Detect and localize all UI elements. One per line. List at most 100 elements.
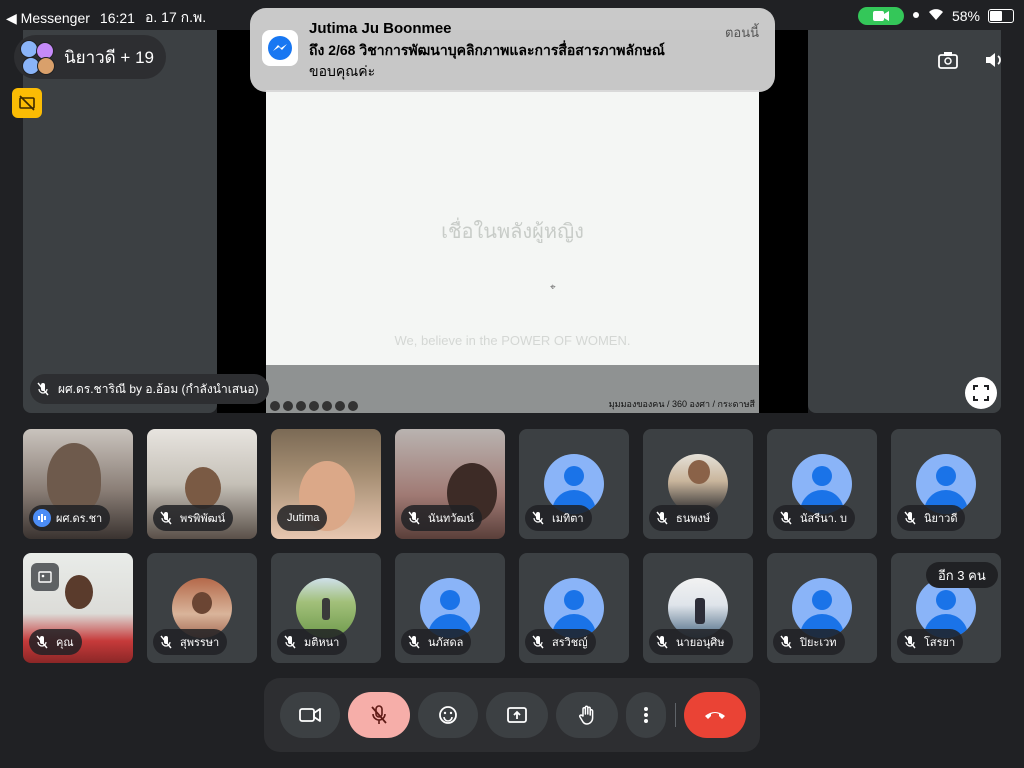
mic-toggle-button[interactable]: [348, 692, 410, 738]
participant-tile[interactable]: ผศ.ดร.ชา: [23, 429, 133, 539]
raise-hand-button[interactable]: [556, 692, 618, 738]
participant-tile[interactable]: สุพรรษา: [147, 553, 257, 663]
stage-right-panel: [808, 30, 1001, 413]
participant-tile[interactable]: ธนพงษ์: [643, 429, 753, 539]
stage-left-panel: [23, 30, 217, 413]
slide-footer-text: มุมมองของคน / 360 องศา / กระดาษสี: [608, 399, 755, 409]
participant-name-chip: นายอนุศิษ: [649, 629, 733, 655]
participant-tile[interactable]: ปิยะเวท: [767, 553, 877, 663]
participant-tile[interactable]: มติหนา: [271, 553, 381, 663]
mic-off-icon: [33, 633, 51, 651]
hand-icon: [579, 705, 594, 725]
slide-cc-icon[interactable]: [309, 401, 319, 411]
more-options-button[interactable]: [626, 692, 666, 738]
participants-avatars-icon: [20, 40, 55, 75]
speaking-icon: [33, 509, 51, 527]
top-right-controls: [932, 44, 1010, 76]
participant-name-chip: ปิยะเวท: [773, 629, 845, 655]
participant-tile[interactable]: สรวิชญ์: [519, 553, 629, 663]
speaker-icon[interactable]: [978, 44, 1010, 76]
slide-controls[interactable]: [270, 401, 358, 411]
participant-name: โสรยา: [924, 637, 956, 649]
call-control-bar: [264, 678, 760, 752]
slide-next-icon[interactable]: [348, 401, 358, 411]
participant-name: มติหนา: [304, 637, 340, 649]
participant-name: พรพิพัฒน์: [180, 513, 226, 525]
video-icon: [299, 708, 321, 722]
participant-name-chip: Jutima: [277, 505, 328, 531]
reactions-button[interactable]: [418, 692, 478, 738]
mic-off-icon: [653, 633, 671, 651]
slide-subtitle: We, believe in the POWER OF WOMEN.: [394, 333, 631, 348]
back-to-app-link[interactable]: ◀ Messenger: [6, 10, 90, 27]
participant-name: นายอนุศิษ: [676, 637, 725, 649]
notification-time: ตอนนี้: [724, 25, 759, 40]
present-button[interactable]: [486, 692, 548, 738]
participant-name: ปิยะเวท: [800, 637, 837, 649]
participant-video: [47, 443, 101, 513]
camera-in-use-icon: [857, 7, 904, 25]
participant-name-chip: พรพิพัฒน์: [153, 505, 234, 531]
mic-off-icon: [777, 633, 795, 651]
participant-tile[interactable]: นิยาวดี: [891, 429, 1001, 539]
switch-camera-icon[interactable]: [932, 44, 964, 76]
battery-icon: [988, 9, 1014, 23]
presenter-label: ผศ.ดร.ชาริณี by อ.อ้อม (กำลังนำเสนอ): [58, 381, 259, 396]
participant-name: สรวิชญ์: [552, 637, 588, 649]
participant-video: [65, 575, 93, 609]
messenger-icon: [262, 30, 298, 66]
participant-name: คุณ: [56, 637, 74, 649]
mic-off-icon: [371, 705, 387, 724]
captions-off-icon[interactable]: [12, 88, 42, 118]
slide-pen-icon[interactable]: [283, 401, 293, 411]
mic-off-icon: [529, 509, 547, 527]
slide-video-icon[interactable]: [322, 401, 332, 411]
slide-toolbar: มุมมองของคน / 360 องศา / กระดาษสี: [266, 365, 759, 413]
meeting-participants-chip[interactable]: นิยาวดี + 19: [14, 35, 166, 79]
mic-off-icon: [777, 509, 795, 527]
slide-eraser-icon[interactable]: [296, 401, 306, 411]
mic-off-icon: [157, 633, 175, 651]
mic-off-icon: [281, 633, 299, 651]
slide-menu-icon[interactable]: [335, 401, 345, 411]
control-divider: [675, 703, 676, 727]
add-image-icon[interactable]: [31, 563, 59, 591]
wifi-icon: [928, 8, 944, 24]
fullscreen-icon: [973, 385, 989, 401]
participant-tile[interactable]: นัสรีนา. บ: [767, 429, 877, 539]
participant-name: เมทิตา: [552, 513, 584, 525]
mic-off-icon: [157, 509, 175, 527]
participant-tile[interactable]: นายอนุศิษ: [643, 553, 753, 663]
participant-name-chip: ผศ.ดร.ชา: [29, 505, 111, 531]
location-icon: [912, 8, 920, 24]
participant-name-chip: นภัสดล: [401, 629, 472, 655]
notification-sender: Jutima Ju Boonmee: [309, 20, 452, 37]
participant-name-chip: นัสรีนา. บ: [773, 505, 855, 531]
emoji-icon: [439, 706, 457, 724]
participant-name-chip: สรวิชญ์: [525, 629, 596, 655]
participant-tile[interactable]: นันทวัฒน์: [395, 429, 505, 539]
mic-off-icon: [901, 509, 919, 527]
participant-name-chip: นันทวัฒน์: [401, 505, 482, 531]
participant-name: นัสรีนา. บ: [800, 513, 847, 525]
participant-name: นันทวัฒน์: [428, 513, 474, 525]
notification-line2: ขอบคุณค่ะ: [309, 63, 376, 79]
more-vert-icon: [644, 707, 648, 723]
slide-prev-icon[interactable]: [270, 401, 280, 411]
participant-name-chip: สุพรรษา: [153, 629, 228, 655]
mic-off-icon: [653, 509, 671, 527]
camera-toggle-button[interactable]: [280, 692, 340, 738]
more-participants-chip[interactable]: อีก 3 คน: [926, 562, 998, 588]
status-date: อ. 17 ก.พ.: [144, 9, 207, 25]
fullscreen-button[interactable]: [965, 377, 997, 409]
participant-tile[interactable]: นภัสดล: [395, 553, 505, 663]
messenger-notification[interactable]: Jutima Ju Boonmee ตอนนี้ ถึง 2/68 วิชากา…: [250, 8, 775, 92]
participant-tile[interactable]: พรพิพัฒน์: [147, 429, 257, 539]
end-call-button[interactable]: [684, 692, 746, 738]
participant-tile[interactable]: เมทิตา: [519, 429, 629, 539]
participant-tile-self[interactable]: คุณ: [23, 553, 133, 663]
participant-video: [185, 467, 221, 509]
mic-off-icon: [405, 509, 423, 527]
mic-off-icon: [529, 633, 547, 651]
participant-tile[interactable]: Jutima: [271, 429, 381, 539]
